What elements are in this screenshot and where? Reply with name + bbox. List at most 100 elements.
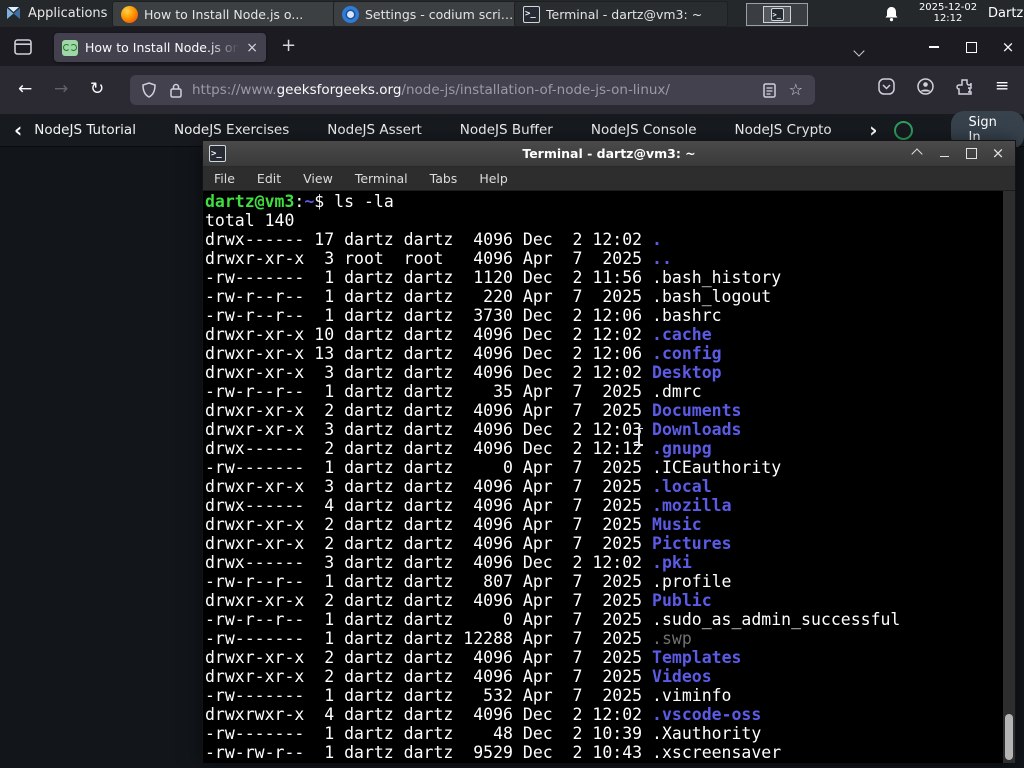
terminal-line: -rw-r--r-- 1 dartz dartz 220 Apr 7 2025 … [205,287,772,306]
terminal-line: drwxr-xr-x 13 dartz dartz 4096 Dec 2 12:… [205,344,722,363]
clock-time: 12:12 [933,13,963,24]
mouse-cursor-ibeam [633,428,644,446]
terminal-line: drwx------ 17 dartz dartz 4096 Dec 2 12:… [205,230,662,249]
terminal-line: drwxr-xr-x 3 root root 4096 Apr 7 2025 .… [205,249,672,268]
geeksforgeeks-favicon [62,39,78,56]
firefox-tabstrip: How to Install Node.js on × + × [0,27,1024,66]
terminal-line: -rw------- 1 dartz dartz 532 Apr 7 2025 … [205,686,732,705]
terminal-line: drwxr-xr-x 2 dartz dartz 4096 Apr 7 2025… [205,667,712,686]
terminal-line: drwxr-xr-x 3 dartz dartz 4096 Dec 2 12:0… [205,420,742,439]
terminal-line: dartz@vm3:~$ ls -la [205,192,394,211]
tab-close-icon[interactable]: × [246,41,258,55]
tab-title: How to Install Node.js on [85,40,240,55]
browser-close-button[interactable]: × [996,35,1020,59]
account-icon[interactable] [917,78,934,95]
reader-view-icon[interactable] [762,82,776,98]
browser-tab[interactable]: How to Install Node.js on × [54,33,266,62]
nav-item-3[interactable]: NodeJS Buffer [460,122,553,138]
firefox-view-button[interactable] [10,36,36,58]
extensions-puzzle-icon[interactable] [956,78,973,95]
minimize-button[interactable] [937,147,951,161]
applications-icon [7,7,20,19]
terminal-line: drwx------ 3 dartz dartz 4096 Dec 2 12:0… [205,553,692,572]
terminal-window-title: Terminal - dartz@vm3: ~ [522,146,696,161]
terminal-line: -rw-rw-r-- 1 dartz dartz 9529 Dec 2 10:4… [205,743,782,762]
nav-item-0[interactable]: NodeJS Tutorial [34,122,136,138]
terminal-scrollbar-thumb[interactable] [1005,714,1013,760]
taskbar-window-terminal[interactable]: >_ Terminal - dartz@vm3: ~ [514,1,728,27]
terminal-line: drwxr-xr-x 2 dartz dartz 4096 Apr 7 2025… [205,401,742,420]
notification-bell-icon[interactable] [884,6,899,22]
terminal-window: >_ Terminal - dartz@vm3: ~ × File Edit Vie… [202,140,1016,763]
site-search-icon[interactable] [893,120,913,140]
panel-clock[interactable]: 2025-12-02 12:12 [912,2,984,24]
menu-file[interactable]: File [203,171,246,186]
nav-item-1[interactable]: NodeJS Exercises [174,122,289,138]
clock-date: 2025-12-02 [918,2,978,13]
taskbar-window-settings[interactable]: Settings - codium script... [333,1,529,27]
terminal-line: -rw------- 1 dartz dartz 48 Dec 2 10:39 … [205,724,762,743]
bookmark-star-icon[interactable]: ☆ [789,82,803,98]
menu-view[interactable]: View [292,171,344,186]
shade-button[interactable] [910,147,924,161]
terminal-line: -rw------- 1 dartz dartz 1120 Dec 2 11:5… [205,268,782,287]
applications-label: Applications [28,6,108,21]
terminal-line: drwx------ 4 dartz dartz 4096 Apr 7 2025… [205,496,732,515]
url-bar[interactable]: https://www.geeksforgeeks.org/node-js/in… [130,75,815,105]
forward-button[interactable]: → [54,79,68,99]
terminal-line: -rw------- 1 dartz dartz 0 Apr 7 2025 .I… [205,458,782,477]
menu-tabs[interactable]: Tabs [419,171,469,186]
terminal-scrollbar[interactable] [1003,191,1015,763]
terminal-body[interactable]: dartz@vm3:~$ ls -la total 140 drwx------ 1… [203,191,1015,763]
terminal-line: drwxrwxr-x 4 dartz dartz 4096 Dec 2 12:0… [205,705,762,724]
terminal-line: drwxr-xr-x 2 dartz dartz 4096 Apr 7 2025… [205,515,702,534]
menu-terminal[interactable]: Terminal [344,171,419,186]
nav-scroll-left-icon[interactable]: ‹ [14,120,22,140]
terminal-output: dartz@vm3:~$ ls -la total 140 drwx------ 1… [203,191,1015,762]
terminal-line: drwxr-xr-x 10 dartz dartz 4096 Dec 2 12:… [205,325,712,344]
site-nav-items: NodeJS Tutorial NodeJS Exercises NodeJS As… [34,122,867,138]
reload-button[interactable]: ↻ [90,79,104,99]
firefox-toolbar: ← → ↻ https://www.geeksforgeeks.org/node… [0,66,1024,114]
nav-scroll-right-icon[interactable]: › [869,120,877,140]
terminal-line: -rw-r--r-- 1 dartz dartz 0 Apr 7 2025 .s… [205,610,901,629]
terminal-line: -rw-r--r-- 1 dartz dartz 35 Apr 7 2025 .… [205,382,702,401]
maximize-button[interactable] [964,147,978,161]
menu-edit[interactable]: Edit [246,171,292,186]
xfce-panel: Applications ☰ How to Install Node.js o.… [0,0,1024,28]
nav-item-5[interactable]: NodeJS Crypto [735,122,832,138]
terminal-line: total 140 [205,211,295,230]
tracking-shield-icon[interactable] [142,82,156,98]
settings-icon [342,5,359,23]
menu-help[interactable]: Help [468,171,519,186]
nav-item-2[interactable]: NodeJS Assert [327,122,422,138]
pocket-icon[interactable] [878,78,895,95]
terminal-icon: >_ [523,5,540,23]
close-button[interactable]: × [991,146,1005,161]
back-button[interactable]: ← [18,79,32,99]
taskbar-label: How to Install Node.js o... [144,6,304,22]
terminal-menubar: File Edit View Terminal Tabs Help [203,167,1015,191]
screen: Applications ☰ How to Install Node.js o.… [0,0,1024,768]
taskbar-label: Settings - codium script... [365,6,520,22]
taskbar-label: Terminal - dartz@vm3: ~ [546,6,703,22]
terminal-line: drwxr-xr-x 2 dartz dartz 4096 Apr 7 2025… [205,534,732,553]
browser-minimize-button[interactable] [922,35,946,59]
app-menu-icon[interactable]: ≡ [995,78,1009,95]
new-tab-button[interactable]: + [281,37,296,55]
taskbar-window-firefox[interactable]: How to Install Node.js o... [112,1,348,27]
workspace-pager[interactable]: >_ [746,3,808,26]
nav-item-4[interactable]: NodeJS Console [591,122,697,138]
terminal-icon: >_ [770,8,784,21]
workspace-window-thumb: >_ [763,6,791,23]
url-text: https://www.geeksforgeeks.org/node-js/in… [192,82,670,98]
firefox-icon [121,5,138,23]
lock-icon[interactable] [170,83,182,98]
panel-user-label: Dartz [988,6,1024,21]
terminal-line: -rw------- 1 dartz dartz 12288 Apr 7 202… [205,629,692,648]
terminal-line: -rw-r--r-- 1 dartz dartz 807 Apr 7 2025 … [205,572,732,591]
list-all-tabs-button[interactable] [853,40,865,59]
terminal-titlebar[interactable]: >_ Terminal - dartz@vm3: ~ × [203,141,1015,167]
browser-maximize-button[interactable] [959,35,983,59]
terminal-line: drwx------ 2 dartz dartz 4096 Dec 2 12:1… [205,439,712,458]
